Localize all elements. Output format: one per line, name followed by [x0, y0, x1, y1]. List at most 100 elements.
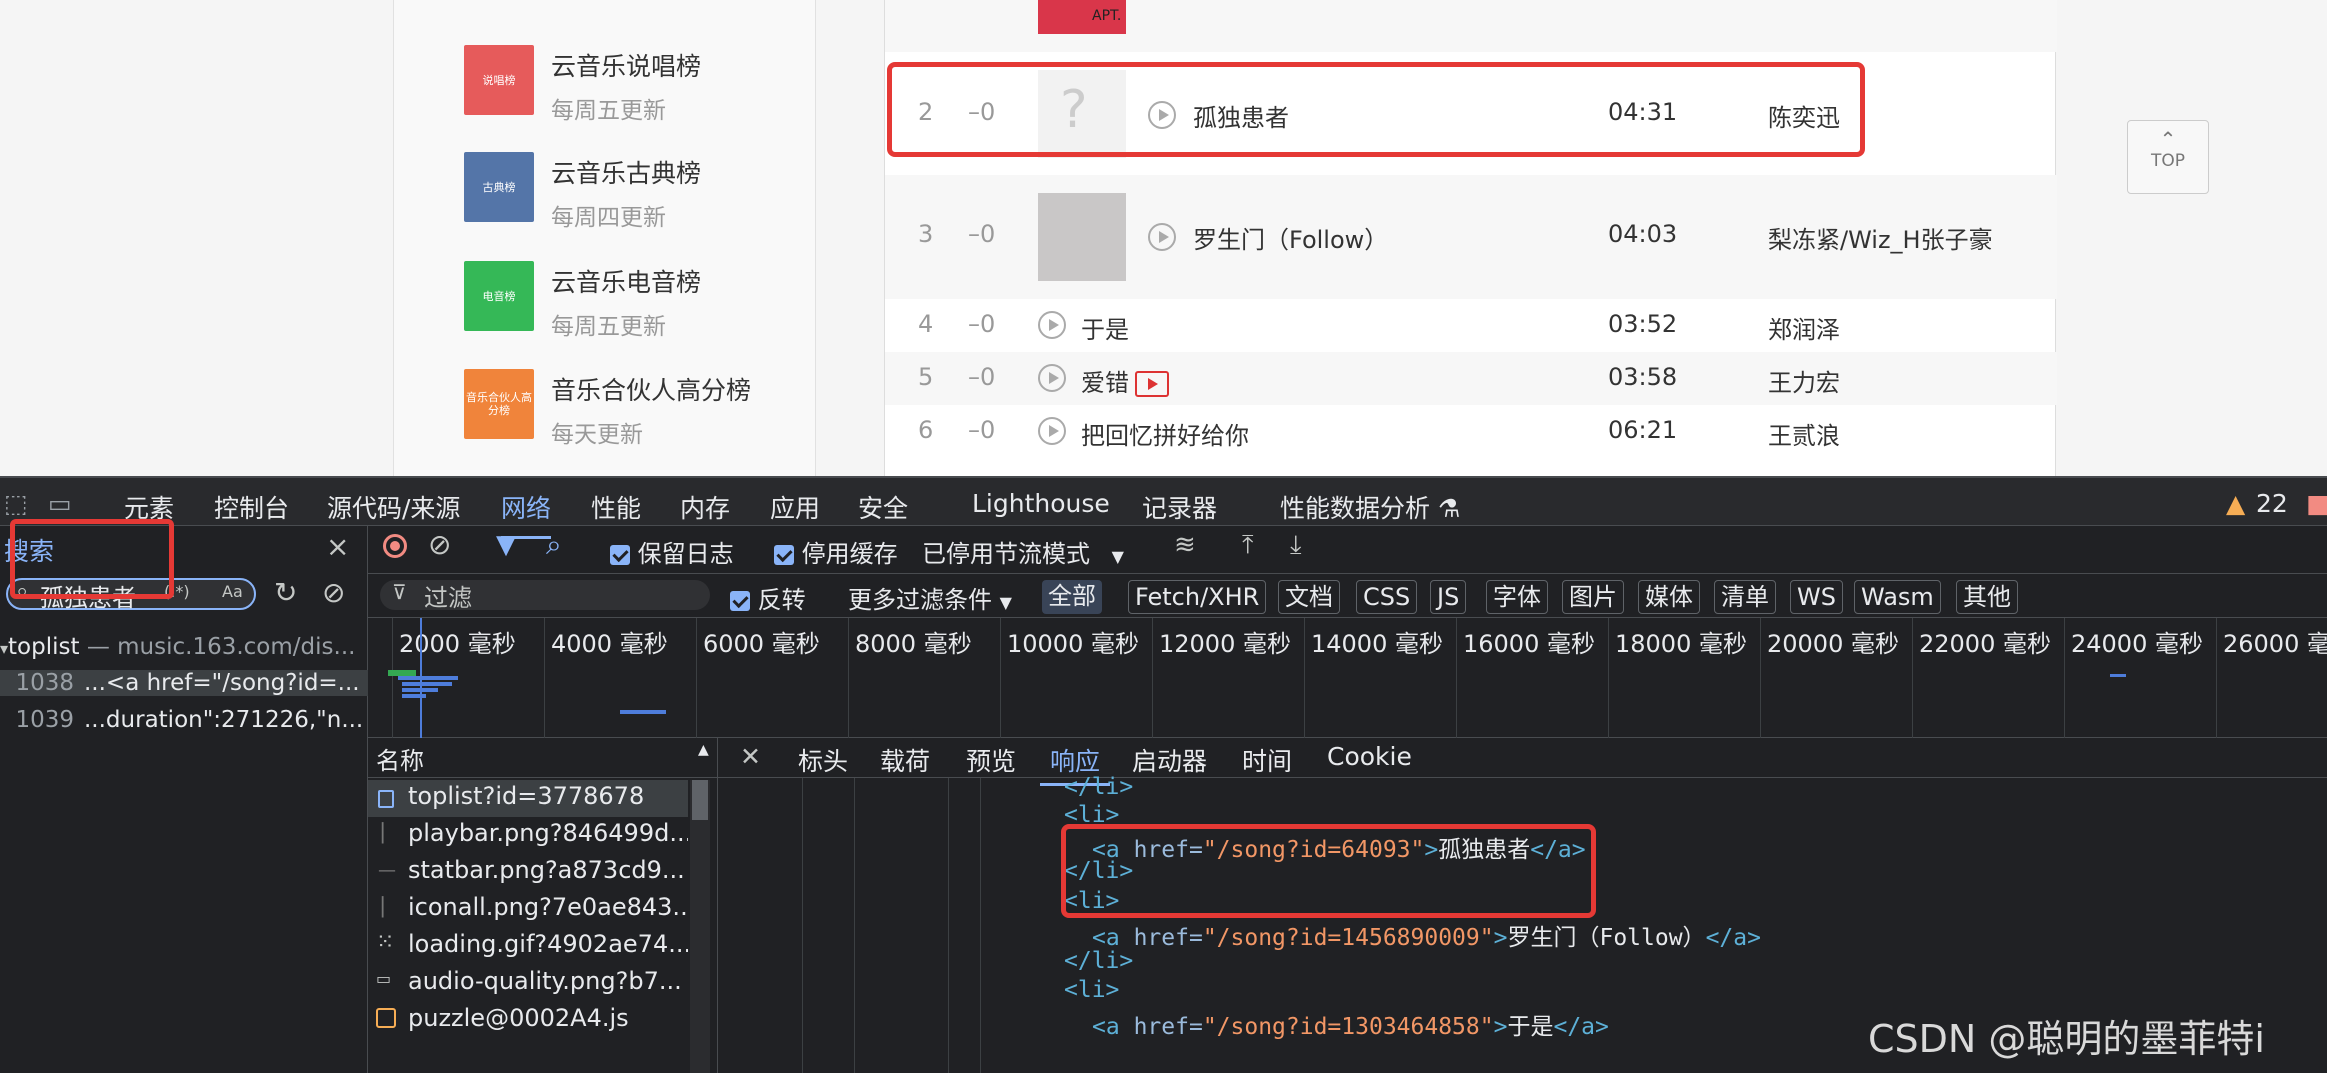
request-row[interactable]: ⁙ loading.gif?4902ae74...: [368, 928, 688, 965]
chart-name[interactable]: 音乐合伙人高分榜: [551, 371, 751, 407]
song-row[interactable]: 5 –0 爱错 03:58 王力宏: [885, 352, 2057, 405]
filter-type-wasm[interactable]: Wasm: [1854, 580, 1941, 614]
more-filters-dropdown[interactable]: 更多过滤条件 ▼: [848, 580, 1012, 615]
play-icon[interactable]: [1038, 364, 1066, 392]
chart-item-partner[interactable]: 音乐合伙人高分榜 音乐合伙人高分榜 每天更新: [429, 369, 809, 449]
filter-icon[interactable]: ▼: [496, 530, 516, 560]
search-result-file[interactable]: ▾toplist — music.163.com/dis...: [0, 634, 368, 660]
song-row[interactable]: 3 –0 罗生门（Follow） 04:03 梨冻紧/Wiz_H张子豪: [885, 175, 2057, 299]
song-row[interactable]: 4 –0 于是 03:52 郑润泽: [885, 299, 2057, 352]
chart-item-electronic[interactable]: 电音榜 云音乐电音榜 每周五更新: [429, 261, 809, 341]
song-title[interactable]: 罗生门（Follow）: [1193, 220, 1388, 255]
request-list-scrollbar[interactable]: [690, 780, 710, 1073]
tab-lighthouse[interactable]: Lighthouse: [972, 489, 1110, 518]
inspect-element-icon[interactable]: ⬚: [4, 489, 28, 518]
song-title[interactable]: 爱错: [1081, 369, 1129, 397]
clear-log-icon[interactable]: ⊘: [428, 528, 451, 561]
chart-name[interactable]: 云音乐电音榜: [551, 263, 701, 299]
filter-type-fetch-xhr[interactable]: Fetch/XHR: [1128, 580, 1267, 614]
tab-response[interactable]: 响应: [1039, 742, 1111, 786]
tab-security[interactable]: 安全: [858, 489, 908, 525]
download-icon[interactable]: ⤓: [1290, 530, 1302, 561]
filter-type-media[interactable]: 媒体: [1638, 580, 1700, 614]
chart-name[interactable]: 云音乐古典榜: [551, 154, 701, 190]
close-icon[interactable]: ✕: [740, 742, 761, 771]
play-icon[interactable]: [1038, 311, 1066, 339]
timeline-overview[interactable]: 2000 毫秒 4000 毫秒 6000 毫秒 8000 毫秒 10000 毫秒…: [368, 618, 2327, 738]
tab-memory[interactable]: 内存: [680, 489, 730, 525]
tab-network[interactable]: 网络: [501, 489, 552, 539]
watermark: CSDN @聪明的墨菲特i: [1868, 1017, 2265, 1061]
back-to-top-button[interactable]: ⌃ TOP: [2127, 120, 2209, 194]
filter-type-doc[interactable]: 文档: [1278, 580, 1340, 614]
upload-icon[interactable]: ⤒: [1242, 530, 1254, 561]
tab-sources[interactable]: 源代码/来源: [327, 489, 460, 525]
song-row[interactable]: 6 –0 把回忆拼好给你 06:21 王贰浪: [885, 405, 2057, 458]
filter-type-js[interactable]: JS: [1430, 580, 1467, 614]
request-row[interactable]: puzzle@0002A4.js: [368, 1002, 688, 1039]
tab-performance[interactable]: 性能: [591, 489, 641, 525]
network-conditions-icon[interactable]: ≋: [1174, 530, 1196, 560]
filter-type-img[interactable]: 图片: [1562, 580, 1624, 614]
search-result-line[interactable]: 1039 ...duration":271226,"n...: [0, 707, 368, 733]
filter-type-font[interactable]: 字体: [1486, 580, 1548, 614]
request-row[interactable]: ▭ audio-quality.png?b7...: [368, 965, 688, 1002]
clear-icon[interactable]: ⊘: [322, 576, 345, 609]
filter-type-other[interactable]: 其他: [1956, 580, 2018, 614]
mv-icon[interactable]: [1135, 371, 1169, 397]
play-icon[interactable]: [1038, 417, 1066, 445]
preserve-log-checkbox[interactable]: 保留日志: [610, 534, 734, 569]
filter-type-css[interactable]: CSS: [1356, 580, 1418, 614]
song-artist[interactable]: 郑润泽: [1768, 310, 1840, 345]
tab-console[interactable]: 控制台: [214, 489, 289, 525]
error-icon[interactable]: ■: [2306, 489, 2327, 518]
match-case-toggle[interactable]: Aa: [222, 582, 243, 601]
chart-item-classical[interactable]: 古典榜 云音乐古典榜 每周四更新: [429, 152, 809, 232]
name-column-header[interactable]: 名称 ▲: [368, 738, 718, 778]
request-row[interactable]: ▏ playbar.png?846499d...: [368, 817, 688, 854]
search-result-line[interactable]: 1038 ...<a href="/song?id=...: [0, 670, 368, 696]
song-title[interactable]: 把回忆拼好给你: [1081, 416, 1249, 451]
device-toolbar-icon[interactable]: ▭: [48, 489, 72, 518]
song-cover-image: APT.: [1038, 0, 1126, 34]
search-icon[interactable]: ⌕: [546, 528, 562, 562]
tab-application[interactable]: 应用: [770, 489, 820, 525]
image-icon: ▭: [376, 969, 392, 988]
network-toolbar: ⊘ ▼ ⌕ 保留日志 停用缓存 已停用节流模式 ▼ ≋ ⤒ ⤓: [368, 526, 2327, 574]
filter-type-all[interactable]: 全部: [1042, 580, 1102, 614]
play-icon[interactable]: [1148, 223, 1176, 251]
warning-icon[interactable]: ▲: [2226, 489, 2245, 518]
filter-type-ws[interactable]: WS: [1790, 580, 1843, 614]
song-artist[interactable]: 王贰浪: [1768, 416, 1840, 451]
chart-name[interactable]: 云音乐说唱榜: [551, 47, 701, 83]
song-cover-image[interactable]: [1038, 193, 1126, 281]
code-line: </li>: [1064, 948, 1134, 974]
tab-headers[interactable]: 标头: [798, 742, 848, 778]
tab-recorder[interactable]: 记录器: [1142, 489, 1217, 525]
tab-cookies[interactable]: Cookie: [1327, 742, 1412, 771]
request-row[interactable]: ▏ iconall.png?7e0ae843...: [368, 891, 688, 928]
song-artist[interactable]: 王力宏: [1768, 363, 1840, 398]
chart-item-rap[interactable]: 说唱榜 云音乐说唱榜 每周五更新: [429, 45, 809, 125]
chevron-down-icon: ▼: [999, 593, 1012, 612]
tab-initiator[interactable]: 启动器: [1132, 742, 1207, 778]
devtools-panel: ⬚ ▭ 元素 控制台 源代码/来源 网络 性能 内存 应用 安全 Lightho…: [0, 476, 2327, 1073]
song-duration: 04:03: [1608, 220, 1678, 248]
refresh-icon[interactable]: ↻: [274, 576, 297, 609]
song-artist[interactable]: 梨冻紧/Wiz_H张子豪: [1768, 220, 1993, 255]
tab-preview[interactable]: 预览: [966, 742, 1016, 778]
warning-count[interactable]: 22: [2256, 489, 2288, 518]
throttling-select[interactable]: 已停用节流模式 ▼: [922, 534, 1124, 569]
disable-cache-checkbox[interactable]: 停用缓存: [774, 534, 898, 569]
tab-performance-insights[interactable]: 性能数据分析 ⚗: [1280, 489, 1460, 525]
tab-payload[interactable]: 载荷: [880, 742, 930, 778]
record-button[interactable]: [383, 534, 407, 558]
invert-checkbox[interactable]: 反转: [730, 580, 806, 615]
request-row[interactable]: toplist?id=3778678: [368, 780, 688, 817]
tab-timing[interactable]: 时间: [1242, 742, 1292, 778]
close-icon[interactable]: ×: [326, 530, 349, 563]
request-row[interactable]: — statbar.png?a873cd9...: [368, 854, 688, 891]
filter-type-manifest[interactable]: 清单: [1714, 580, 1776, 614]
song-title[interactable]: 于是: [1081, 310, 1129, 345]
filter-input[interactable]: ⊽ 过滤: [380, 580, 710, 612]
